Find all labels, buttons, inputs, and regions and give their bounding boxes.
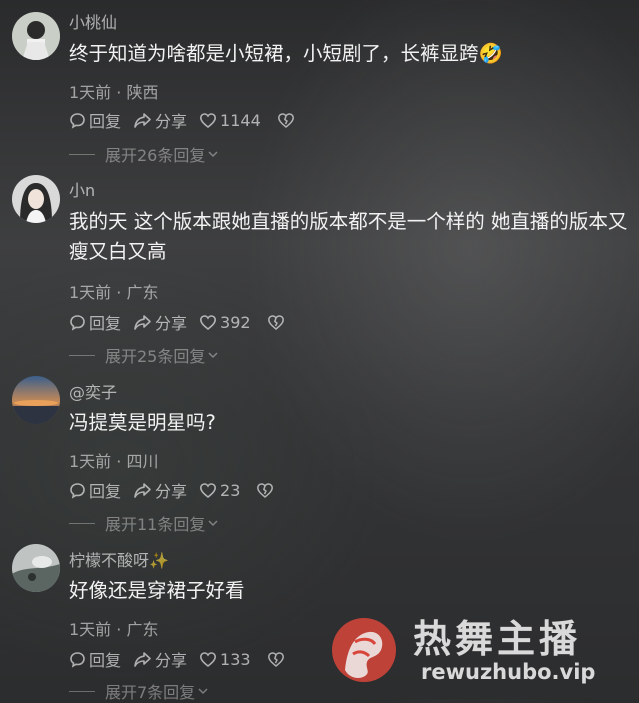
share-arrow-icon <box>134 112 151 128</box>
share-label: 分享 <box>155 482 188 501</box>
like-count: 133 <box>220 649 251 669</box>
username[interactable]: 小桃仙 <box>69 9 117 33</box>
comment-actions: 回复 分享 1144 <box>69 108 310 132</box>
reply-button[interactable]: 回复 <box>69 108 121 132</box>
expand-replies-label: 展开7条回复 <box>105 683 196 702</box>
broken-heart-icon <box>267 314 284 330</box>
broken-heart-icon <box>267 651 284 667</box>
username[interactable]: 小n <box>69 177 95 201</box>
comment-actions: 回复 分享 23 <box>69 478 289 502</box>
reply-label: 回复 <box>89 651 122 670</box>
comment-text: 我的天 这个版本跟她直播的版本都不是一个样的 她直播的版本又瘦又白又高 <box>69 210 628 263</box>
like-button[interactable]: 133 <box>199 650 251 669</box>
reply-label: 回复 <box>89 482 122 501</box>
comment-bubble-icon <box>70 651 85 668</box>
divider <box>69 153 95 155</box>
heart-icon <box>200 314 217 330</box>
reply-label: 回复 <box>89 314 122 333</box>
dislike-button[interactable] <box>277 112 298 129</box>
chevron-down-icon <box>208 352 218 359</box>
reply-button[interactable]: 回复 <box>69 478 121 502</box>
heart-icon <box>200 482 217 498</box>
username[interactable]: @奕子 <box>69 379 117 403</box>
share-button[interactable]: 分享 <box>133 478 187 502</box>
heart-icon <box>200 112 217 128</box>
comment-text: 冯提莫是明星吗? <box>69 411 216 434</box>
avatar[interactable] <box>12 175 60 223</box>
dislike-button[interactable] <box>267 314 288 331</box>
expand-replies-button[interactable]: 展开7条回复 <box>69 679 209 703</box>
like-button[interactable]: 1144 <box>199 111 261 130</box>
comment-bubble-icon <box>70 112 85 129</box>
avatar[interactable] <box>12 12 60 60</box>
chevron-down-icon <box>208 151 218 158</box>
avatar[interactable] <box>12 544 60 592</box>
comment-meta: 1天前 · 陕西 <box>69 83 159 102</box>
share-arrow-icon <box>134 314 151 330</box>
share-arrow-icon <box>134 651 151 667</box>
divider <box>69 690 95 692</box>
like-count: 1144 <box>220 110 261 130</box>
avatar[interactable] <box>12 376 60 424</box>
share-label: 分享 <box>155 112 188 131</box>
expand-replies-label: 展开26条回复 <box>105 146 206 165</box>
dislike-button[interactable] <box>256 482 277 499</box>
username[interactable]: 柠檬不酸呀✨ <box>69 547 169 571</box>
expand-replies-label: 展开11条回复 <box>105 515 206 534</box>
comment-actions: 回复 分享 133 <box>69 647 300 671</box>
broken-heart-icon <box>277 112 294 128</box>
comment-meta: 1天前 · 广东 <box>69 620 159 639</box>
share-button[interactable]: 分享 <box>133 647 187 671</box>
comment-bubble-icon <box>70 314 85 331</box>
comment-meta: 1天前 · 四川 <box>69 452 159 471</box>
comment-actions: 回复 分享 392 <box>69 310 300 334</box>
reply-button[interactable]: 回复 <box>69 647 121 671</box>
broken-heart-icon <box>257 482 274 498</box>
comment-meta: 1天前 · 广东 <box>69 283 159 302</box>
divider <box>69 522 95 524</box>
watermark-title: 热舞主播 <box>413 617 582 661</box>
expand-replies-button[interactable]: 展开11条回复 <box>69 511 219 535</box>
like-count: 392 <box>220 312 251 332</box>
chevron-down-icon <box>208 520 218 527</box>
divider <box>69 354 95 356</box>
heart-icon <box>200 651 217 667</box>
share-label: 分享 <box>155 651 188 670</box>
expand-replies-label: 展开25条回复 <box>105 347 206 366</box>
reply-label: 回复 <box>89 112 122 131</box>
dislike-button[interactable] <box>267 651 288 668</box>
like-button[interactable]: 23 <box>199 481 240 500</box>
share-arrow-icon <box>134 482 151 498</box>
like-count: 23 <box>220 480 241 500</box>
comment-bubble-icon <box>70 482 85 499</box>
share-label: 分享 <box>155 314 188 333</box>
share-button[interactable]: 分享 <box>133 310 187 334</box>
reply-button[interactable]: 回复 <box>69 310 121 334</box>
comment-text: 终于知道为啥都是小短裙，小短剧了，长裤显跨🤣 <box>69 42 503 65</box>
like-button[interactable]: 392 <box>199 313 251 332</box>
chevron-down-icon <box>198 688 208 695</box>
watermark-url: rewuzhubo.vip <box>421 660 596 684</box>
expand-replies-button[interactable]: 展开25条回复 <box>69 343 219 367</box>
expand-replies-button[interactable]: 展开26条回复 <box>69 142 219 166</box>
share-button[interactable]: 分享 <box>133 108 187 132</box>
watermark-logo-icon <box>332 618 396 682</box>
watermark: 热舞主播 rewuzhubo.vip <box>325 602 625 692</box>
